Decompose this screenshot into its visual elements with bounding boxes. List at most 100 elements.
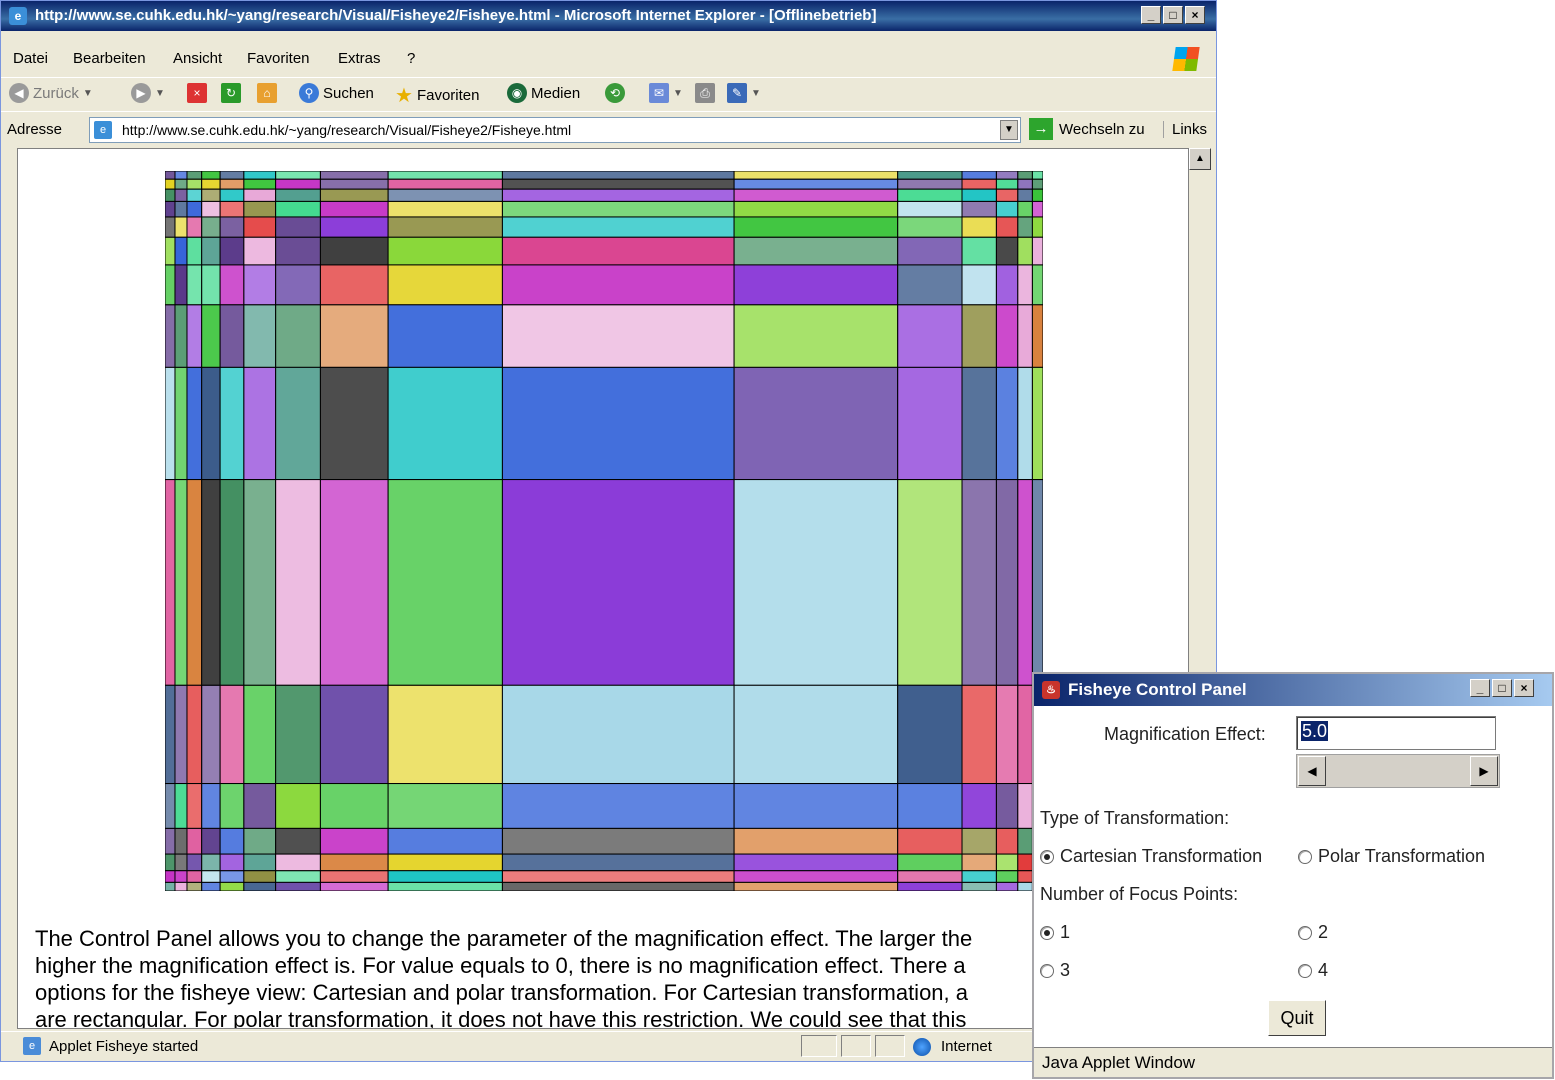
treemap-cell[interactable] [174, 684, 188, 785]
treemap-canvas[interactable] [165, 171, 1043, 891]
treemap-cell[interactable] [733, 236, 899, 266]
treemap-cell[interactable] [897, 171, 963, 180]
maximize-icon[interactable]: □ [1492, 679, 1512, 697]
treemap-cell[interactable] [387, 783, 503, 829]
treemap-cell[interactable] [1017, 827, 1033, 855]
treemap-cell[interactable] [201, 171, 221, 180]
treemap-cell[interactable] [174, 178, 188, 190]
treemap-cell[interactable] [174, 853, 188, 872]
treemap-cell[interactable] [319, 853, 389, 872]
media-button[interactable]: ◉ Medien [507, 83, 580, 103]
print-button[interactable]: ⎙ [695, 83, 715, 103]
treemap-cell[interactable] [897, 870, 963, 883]
treemap-cell[interactable] [219, 870, 245, 883]
treemap-cell[interactable] [219, 264, 245, 306]
menu-datei[interactable]: Datei [13, 50, 48, 67]
back-button[interactable]: ◀ Zurück ▼ [9, 83, 93, 103]
treemap-cell[interactable] [961, 479, 997, 686]
treemap-cell[interactable] [387, 870, 503, 883]
treemap-cell[interactable] [275, 870, 321, 883]
menu-ansicht[interactable]: Ansicht [173, 50, 222, 67]
treemap-cell[interactable] [165, 216, 176, 238]
treemap-cell[interactable] [897, 881, 963, 891]
treemap-cell[interactable] [201, 264, 221, 306]
treemap-cell[interactable] [961, 366, 997, 481]
stop-button[interactable]: × [187, 83, 207, 103]
treemap-cell[interactable] [1017, 236, 1033, 266]
treemap-cell[interactable] [501, 178, 735, 190]
treemap-cell[interactable] [501, 216, 735, 238]
treemap-cell[interactable] [1017, 171, 1033, 180]
treemap-cell[interactable] [165, 236, 176, 266]
treemap-cell[interactable] [1017, 881, 1033, 891]
quit-button[interactable]: Quit [1268, 1000, 1326, 1036]
treemap-cell[interactable] [165, 304, 176, 368]
treemap-cell[interactable] [733, 827, 899, 855]
treemap-cell[interactable] [1031, 479, 1043, 686]
treemap-cell[interactable] [219, 881, 245, 891]
treemap-cell[interactable] [733, 216, 899, 238]
radio-cartesian[interactable]: Cartesian Transformation [1040, 846, 1262, 867]
title-bar[interactable]: e http://www.se.cuhk.edu.hk/~yang/resear… [1, 1, 1216, 31]
treemap-cell[interactable] [733, 853, 899, 872]
treemap-cell[interactable] [319, 366, 389, 481]
treemap-cell[interactable] [275, 188, 321, 202]
treemap-cell[interactable] [201, 881, 221, 891]
treemap-cell[interactable] [961, 827, 997, 855]
treemap-cell[interactable] [897, 366, 963, 481]
treemap-cell[interactable] [897, 216, 963, 238]
treemap-cell[interactable] [1017, 783, 1033, 829]
treemap-cell[interactable] [1031, 188, 1043, 202]
treemap-cell[interactable] [995, 188, 1019, 202]
treemap-cell[interactable] [243, 236, 277, 266]
treemap-cell[interactable] [219, 188, 245, 202]
treemap-cell[interactable] [961, 853, 997, 872]
treemap-cell[interactable] [733, 178, 899, 190]
treemap-cell[interactable] [201, 853, 221, 872]
treemap-cell[interactable] [319, 304, 389, 368]
treemap-cell[interactable] [501, 171, 735, 180]
treemap-cell[interactable] [186, 870, 203, 883]
treemap-cell[interactable] [733, 479, 899, 686]
treemap-cell[interactable] [275, 178, 321, 190]
address-input[interactable]: e http://www.se.cuhk.edu.hk/~yang/resear… [89, 117, 1021, 143]
treemap-cell[interactable] [733, 264, 899, 306]
treemap-cell[interactable] [275, 171, 321, 180]
treemap-cell[interactable] [501, 200, 735, 218]
treemap-cell[interactable] [186, 783, 203, 829]
treemap-cell[interactable] [186, 171, 203, 180]
treemap-cell[interactable] [1031, 171, 1043, 180]
treemap-cell[interactable] [275, 783, 321, 829]
treemap-cell[interactable] [961, 200, 997, 218]
treemap-cell[interactable] [219, 853, 245, 872]
treemap-cell[interactable] [165, 366, 176, 481]
treemap-cell[interactable] [897, 264, 963, 306]
treemap-cell[interactable] [995, 853, 1019, 872]
treemap-cell[interactable] [186, 188, 203, 202]
treemap-cell[interactable] [219, 200, 245, 218]
treemap-cell[interactable] [961, 783, 997, 829]
treemap-cell[interactable] [243, 304, 277, 368]
treemap-cell[interactable] [319, 264, 389, 306]
treemap-cell[interactable] [243, 827, 277, 855]
treemap-cell[interactable] [897, 304, 963, 368]
treemap-cell[interactable] [387, 684, 503, 785]
treemap-cell[interactable] [319, 236, 389, 266]
treemap-cell[interactable] [1031, 304, 1043, 368]
treemap-cell[interactable] [995, 304, 1019, 368]
treemap-cell[interactable] [174, 236, 188, 266]
menu-extras[interactable]: Extras [338, 50, 381, 67]
treemap-cell[interactable] [501, 684, 735, 785]
scroll-right-icon[interactable]: ▶ [1470, 756, 1498, 786]
treemap-cell[interactable] [219, 479, 245, 686]
treemap-cell[interactable] [219, 171, 245, 180]
treemap-cell[interactable] [275, 366, 321, 481]
treemap-cell[interactable] [243, 479, 277, 686]
treemap-cell[interactable] [243, 178, 277, 190]
treemap-cell[interactable] [1031, 366, 1043, 481]
treemap-cell[interactable] [201, 236, 221, 266]
treemap-cell[interactable] [165, 188, 176, 202]
treemap-cell[interactable] [186, 200, 203, 218]
treemap-cell[interactable] [961, 881, 997, 891]
treemap-cell[interactable] [319, 783, 389, 829]
